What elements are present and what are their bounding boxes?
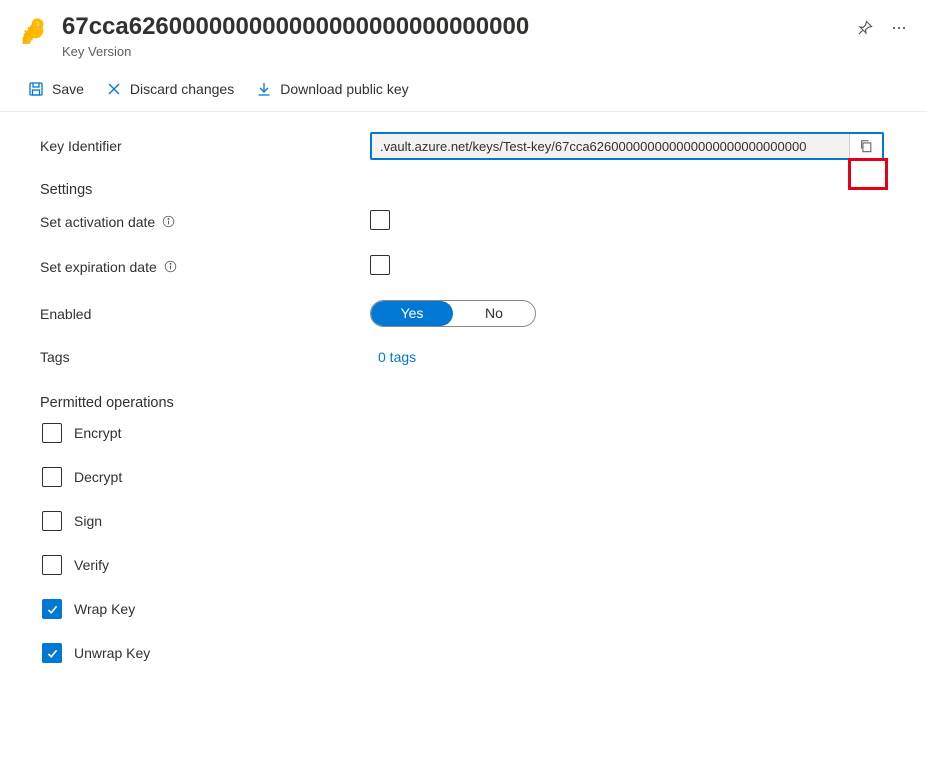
permission-label: Wrap Key xyxy=(74,601,135,617)
key-identifier-label: Key Identifier xyxy=(40,138,370,154)
discard-button[interactable]: Discard changes xyxy=(98,75,242,103)
tags-link[interactable]: 0 tags xyxy=(370,349,416,365)
permission-checkbox[interactable] xyxy=(42,555,62,575)
permission-checkbox[interactable] xyxy=(42,599,62,619)
activation-checkbox[interactable] xyxy=(370,210,390,230)
permission-row: Wrap Key xyxy=(42,599,907,619)
expiration-checkbox[interactable] xyxy=(370,255,390,275)
key-identifier-input[interactable] xyxy=(372,134,849,158)
save-label: Save xyxy=(52,81,84,97)
enabled-toggle[interactable]: Yes No xyxy=(370,300,536,327)
info-icon[interactable] xyxy=(164,260,177,273)
permission-label: Sign xyxy=(74,513,102,529)
permission-checkbox[interactable] xyxy=(42,643,62,663)
permitted-heading: Permitted operations xyxy=(40,395,907,411)
permission-checkbox[interactable] xyxy=(42,423,62,443)
download-button[interactable]: Download public key xyxy=(248,75,416,103)
discard-label: Discard changes xyxy=(130,81,234,97)
download-label: Download public key xyxy=(280,81,408,97)
page-title: 67cca626000000000000000000000000000 xyxy=(62,12,843,42)
pin-button[interactable] xyxy=(857,20,873,36)
enabled-label: Enabled xyxy=(40,306,370,322)
settings-heading: Settings xyxy=(40,182,907,198)
permission-row: Encrypt xyxy=(42,423,907,443)
activation-label: Set activation date xyxy=(40,214,155,230)
permission-label: Verify xyxy=(74,557,109,573)
permission-row: Unwrap Key xyxy=(42,643,907,663)
permission-label: Encrypt xyxy=(74,425,121,441)
permission-row: Decrypt xyxy=(42,467,907,487)
page-subtitle: Key Version xyxy=(62,44,843,59)
permission-checkbox[interactable] xyxy=(42,467,62,487)
tags-label: Tags xyxy=(40,349,370,365)
key-icon xyxy=(20,12,48,49)
permission-row: Sign xyxy=(42,511,907,531)
save-button[interactable]: Save xyxy=(20,75,92,103)
expiration-label: Set expiration date xyxy=(40,259,157,275)
permission-label: Unwrap Key xyxy=(74,645,150,661)
copy-button[interactable] xyxy=(849,134,882,158)
toggle-no[interactable]: No xyxy=(453,301,535,326)
info-icon[interactable] xyxy=(162,215,175,228)
toggle-yes[interactable]: Yes xyxy=(371,301,453,326)
permission-row: Verify xyxy=(42,555,907,575)
permission-label: Decrypt xyxy=(74,469,122,485)
toolbar: Save Discard changes Download public key xyxy=(0,67,927,112)
permission-checkbox[interactable] xyxy=(42,511,62,531)
more-button[interactable] xyxy=(891,20,907,36)
